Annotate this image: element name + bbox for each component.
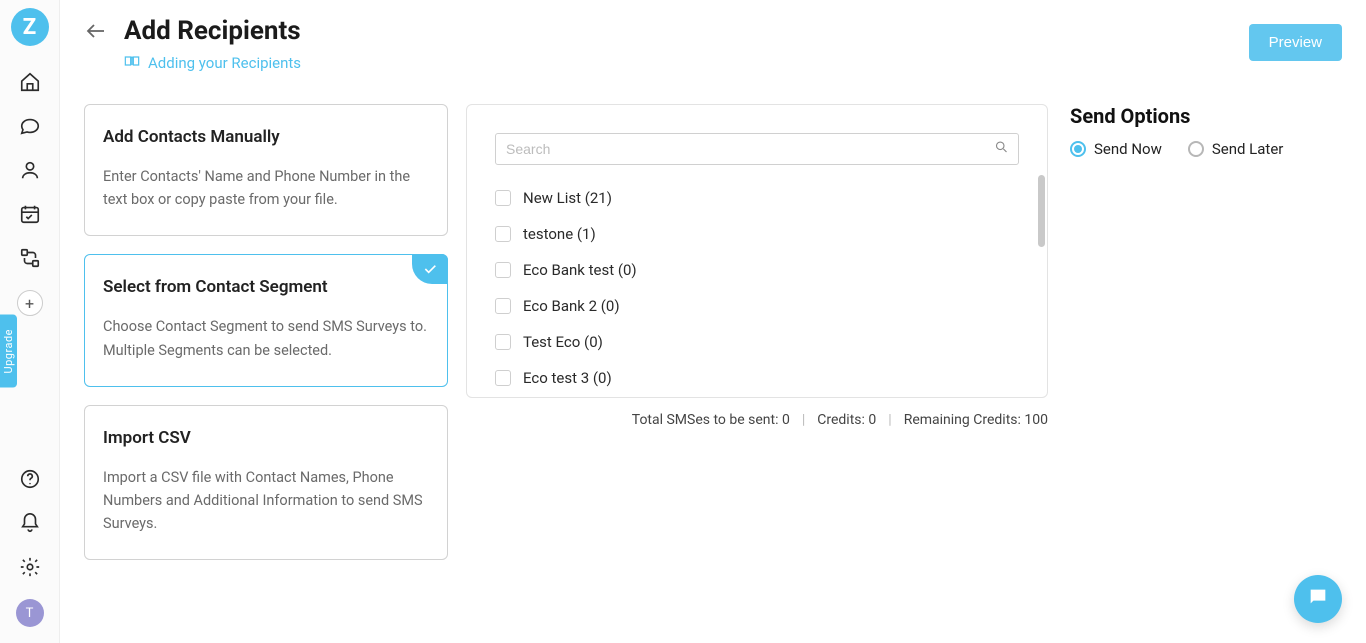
stat-label: Total SMSes to be sent:	[632, 412, 779, 428]
stat-value: 0	[782, 412, 790, 428]
page-title: Add Recipients	[124, 16, 301, 46]
stats-row: Total SMSes to be sent: 0 | Credits: 0 |…	[466, 412, 1048, 428]
card-desc: Enter Contacts' Name and Phone Number in…	[103, 165, 429, 211]
workflow-icon[interactable]	[18, 246, 42, 270]
card-import-csv[interactable]: Import CSV Import a CSV file with Contac…	[84, 405, 448, 561]
send-options-radios: Send Now Send Later	[1070, 140, 1366, 158]
stat-value: 100	[1024, 412, 1048, 428]
card-title: Import CSV	[103, 428, 429, 448]
chat-icon[interactable]	[18, 114, 42, 138]
bell-icon[interactable]	[18, 511, 42, 535]
divider: |	[888, 412, 891, 428]
segment-label: Test Eco (0)	[523, 333, 603, 351]
header: Add Recipients	[84, 0, 1366, 46]
card-select-segment[interactable]: Select from Contact Segment Choose Conta…	[84, 254, 448, 386]
send-options-column: Send Options Send Now Send Later	[1066, 104, 1366, 560]
stat-credits: Credits: 0	[817, 412, 876, 428]
radio-icon	[1070, 141, 1086, 157]
card-title: Select from Contact Segment	[103, 277, 429, 297]
upgrade-tab[interactable]: Upgrade	[0, 315, 17, 388]
list-item[interactable]: Eco Bank test (0)	[495, 261, 1019, 279]
chat-bubble-icon	[1307, 586, 1329, 612]
segment-label: testone (1)	[523, 225, 596, 243]
divider: |	[802, 412, 805, 428]
calendar-icon[interactable]	[18, 202, 42, 226]
checkbox[interactable]	[495, 226, 511, 242]
send-options-title: Send Options	[1070, 104, 1366, 128]
checkbox[interactable]	[495, 190, 511, 206]
sidebar-bottom-icons: T	[16, 467, 44, 627]
card-add-manually[interactable]: Add Contacts Manually Enter Contacts' Na…	[84, 104, 448, 236]
preview-button[interactable]: Preview	[1249, 24, 1342, 61]
content-row: Add Contacts Manually Enter Contacts' Na…	[84, 104, 1366, 560]
card-desc: Choose Contact Segment to send SMS Surve…	[103, 315, 429, 361]
segment-list: New List (21) testone (1) Eco Bank test …	[495, 189, 1019, 387]
avatar[interactable]: T	[16, 599, 44, 627]
contact-icon[interactable]	[18, 158, 42, 182]
home-icon[interactable]	[18, 70, 42, 94]
add-button[interactable]: +	[17, 290, 43, 316]
stat-label: Remaining Credits:	[904, 412, 1021, 428]
method-cards-column: Add Contacts Manually Enter Contacts' Na…	[84, 104, 448, 560]
checkbox[interactable]	[495, 334, 511, 350]
segment-label: Eco Bank test (0)	[523, 261, 637, 279]
back-arrow-icon[interactable]	[84, 18, 110, 44]
search-input[interactable]	[495, 133, 1019, 165]
list-item[interactable]: testone (1)	[495, 225, 1019, 243]
radio-send-later[interactable]: Send Later	[1188, 140, 1284, 158]
radio-label: Send Now	[1094, 140, 1162, 158]
segment-panel: New List (21) testone (1) Eco Bank test …	[466, 104, 1048, 398]
brand-logo[interactable]: Z	[11, 8, 49, 46]
radio-label: Send Later	[1212, 140, 1284, 158]
checkbox[interactable]	[495, 298, 511, 314]
gear-icon[interactable]	[18, 555, 42, 579]
sidebar-top-icons: +	[17, 70, 43, 316]
radio-send-now[interactable]: Send Now	[1070, 140, 1162, 158]
search-icon	[994, 140, 1009, 159]
sidebar: Z + Upgrade T	[0, 0, 60, 643]
list-item[interactable]: Test Eco (0)	[495, 333, 1019, 351]
stat-remaining: Remaining Credits: 100	[904, 412, 1048, 428]
list-item[interactable]: Eco Bank 2 (0)	[495, 297, 1019, 315]
helper-link-text: Adding your Recipients	[148, 54, 301, 72]
main-area: Add Recipients Adding your Recipients Pr…	[60, 0, 1366, 643]
stat-label: Credits:	[817, 412, 865, 428]
checkbox[interactable]	[495, 262, 511, 278]
checkbox[interactable]	[495, 370, 511, 386]
helper-link[interactable]: Adding your Recipients	[124, 54, 1366, 72]
help-icon[interactable]	[18, 467, 42, 491]
list-item[interactable]: New List (21)	[495, 189, 1019, 207]
scrollbar-thumb[interactable]	[1038, 175, 1045, 247]
radio-icon	[1188, 141, 1204, 157]
book-icon	[124, 54, 140, 72]
support-chat-button[interactable]	[1294, 575, 1342, 623]
list-item[interactable]: Eco test 3 (0)	[495, 369, 1019, 387]
stat-total-sms: Total SMSes to be sent: 0	[632, 412, 790, 428]
segment-label: Eco Bank 2 (0)	[523, 297, 620, 315]
card-title: Add Contacts Manually	[103, 127, 429, 147]
card-desc: Import a CSV file with Contact Names, Ph…	[103, 466, 429, 536]
search-wrap	[495, 133, 1019, 165]
segment-panel-column: New List (21) testone (1) Eco Bank test …	[466, 104, 1048, 560]
stat-value: 0	[868, 412, 876, 428]
segment-label: Eco test 3 (0)	[523, 369, 612, 387]
segment-label: New List (21)	[523, 189, 612, 207]
